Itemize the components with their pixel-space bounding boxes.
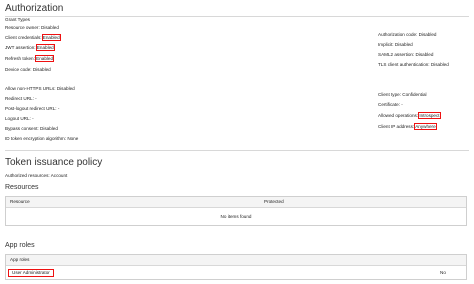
field-label: Client type: <box>378 92 401 97</box>
field-value: Disabled <box>56 86 75 91</box>
field-value: Account <box>50 173 68 178</box>
field-label: Resource owner: <box>5 25 40 30</box>
authorization-code-row: Authorization code: Disabled <box>378 32 436 38</box>
post-logout-redirect-row: Post-logout redirect URL: - <box>5 106 59 112</box>
jwt-assertion-row: JWT assertion: Enabled <box>5 44 55 51</box>
field-label: Authorization code: <box>378 32 418 37</box>
app-roles-title: App roles <box>5 242 35 249</box>
refresh-token-row: Refresh token: Enabled <box>5 55 55 62</box>
device-code-row: Device code: Disabled <box>5 67 51 73</box>
field-value: Disabled <box>41 25 59 30</box>
divider <box>5 150 469 151</box>
saml2-assertion-row: SAML2 assertion: Disabled <box>378 52 433 58</box>
allow-non-https-row: Allow non-HTTPS URLs: Disabled <box>5 86 75 92</box>
column-header-resource[interactable]: Resource <box>10 199 30 205</box>
role-value: No <box>440 270 446 275</box>
field-value: - <box>32 116 34 121</box>
token-policy-title: Token issuance policy <box>5 157 103 168</box>
client-credentials-value: Enabled <box>41 34 61 41</box>
field-value: Disabled <box>40 126 58 131</box>
certificate-row: Certificate: - <box>378 102 403 108</box>
field-label: Authorized resources: <box>5 173 50 178</box>
field-label: Redirect URL: <box>5 96 34 101</box>
empty-state: No items found <box>220 214 252 219</box>
resources-table: Resource Protected No items found <box>5 196 467 226</box>
divider <box>5 16 469 17</box>
grant-types-label: Grant Types <box>5 17 30 22</box>
field-label: TLS client authentication: <box>378 62 430 67</box>
field-label: Logout URL: <box>5 116 31 121</box>
client-type-row: Client type: Confidential <box>378 92 427 98</box>
resources-title: Resources <box>5 184 39 191</box>
field-value: Confidential <box>402 92 427 97</box>
jwt-assertion-value: Enabled <box>35 44 55 51</box>
field-value: - <box>401 102 403 107</box>
allowed-operations-row: Allowed operations: Introspect <box>378 112 441 119</box>
column-header-app-roles[interactable]: App roles <box>10 257 29 263</box>
authorization-title: Authorization <box>5 3 64 14</box>
field-label: Client credentials: <box>5 35 42 40</box>
field-label: Refresh token: <box>5 56 35 61</box>
field-value: Disabled <box>394 42 413 47</box>
field-label: ID token encryption algorithm: <box>5 136 67 141</box>
client-credentials-row: Client credentials: Enabled <box>5 34 61 41</box>
column-header-protected[interactable]: Protected <box>264 199 284 205</box>
field-value: None <box>67 136 79 141</box>
field-label: Device code: <box>5 67 32 72</box>
field-label: Post-logout redirect URL: <box>5 106 57 111</box>
field-label: Client IP address: <box>378 124 415 129</box>
allowed-operations-value: Introspect <box>418 112 441 119</box>
client-ip-row: Client IP address: Anywhere <box>378 123 437 130</box>
field-value: Disabled <box>415 52 434 57</box>
tls-client-auth-row: TLS client authentication: Disabled <box>378 62 449 68</box>
role-name: User Administrator <box>8 269 54 277</box>
implicit-row: Implicit: Disabled <box>378 42 413 48</box>
client-ip-value: Anywhere <box>414 123 437 130</box>
field-value: Disabled <box>32 67 51 72</box>
field-label: JWT assertion: <box>5 45 36 50</box>
logout-url-row: Logout URL: - <box>5 116 34 122</box>
id-token-encryption-row: ID token encryption algorithm: None <box>5 136 78 142</box>
field-value: Disabled <box>430 62 449 67</box>
field-label: Allowed operations: <box>378 113 419 118</box>
authorized-resources-row: Authorized resources: Account <box>5 173 67 179</box>
refresh-token-value: Enabled <box>35 55 55 62</box>
field-value: - <box>35 96 37 101</box>
field-label: Certificate: <box>378 102 400 107</box>
field-value: - <box>57 106 60 111</box>
field-label: SAML2 assertion: <box>378 52 415 57</box>
field-label: Implicit: <box>378 42 394 47</box>
field-label: Bypass consent: <box>5 126 39 131</box>
field-value: Disabled <box>418 32 437 37</box>
app-roles-table: App roles User Administrator No <box>5 254 467 280</box>
field-label: Allow non-HTTPS URLs: <box>5 86 56 91</box>
table-header: App roles <box>6 255 466 266</box>
table-header: Resource Protected <box>6 197 466 208</box>
resource-owner-row: Resource owner: Disabled <box>5 25 59 31</box>
bypass-consent-row: Bypass consent: Disabled <box>5 126 58 132</box>
redirect-url-row: Redirect URL: - <box>5 96 37 102</box>
table-row[interactable]: User Administrator No <box>6 267 466 278</box>
